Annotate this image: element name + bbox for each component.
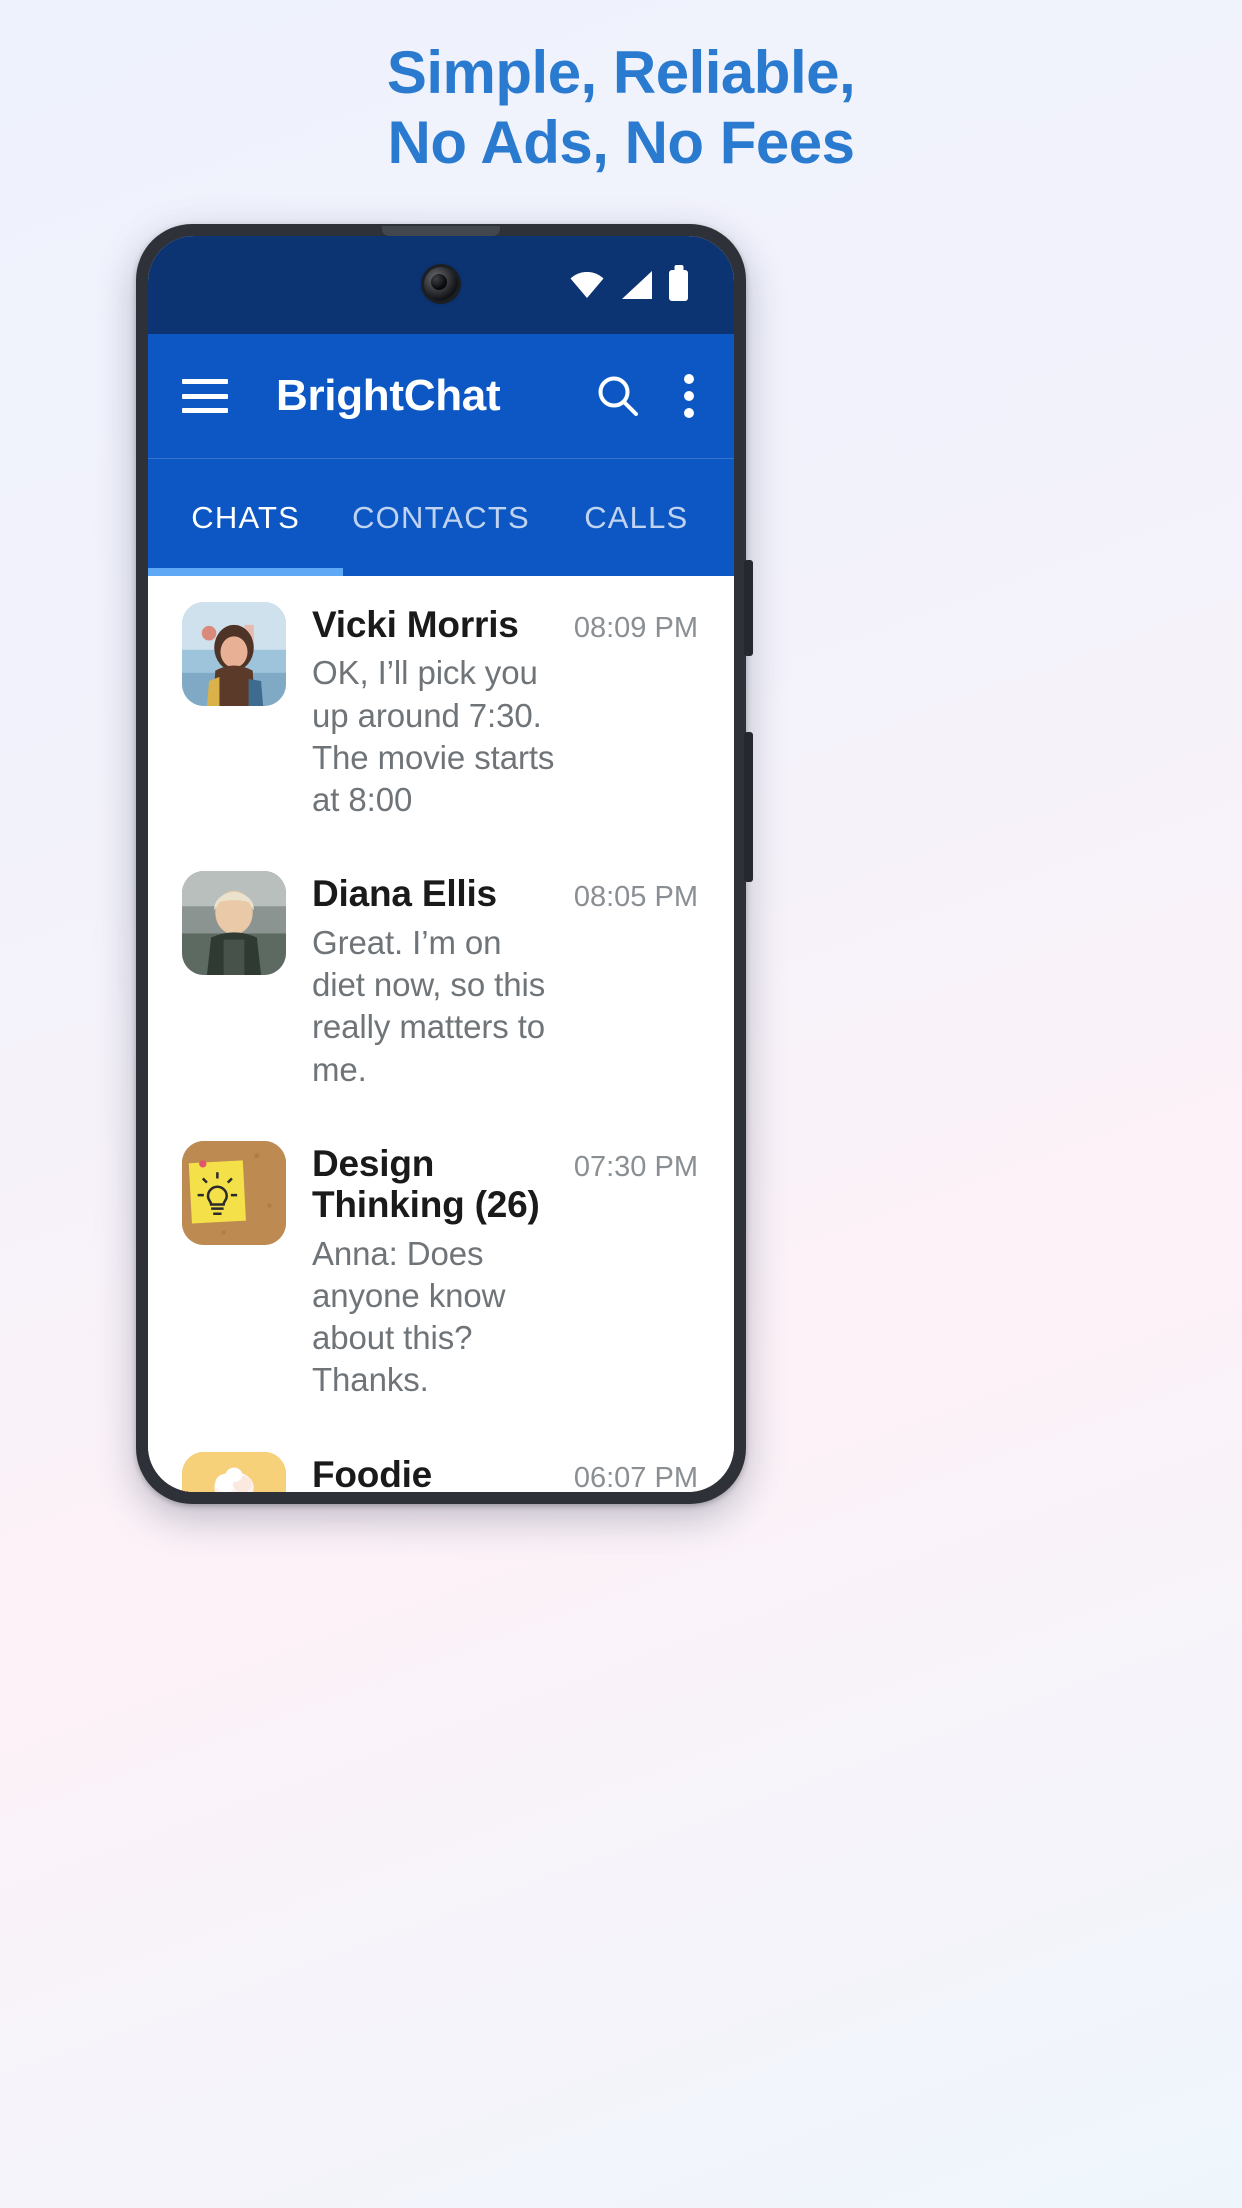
status-bar — [148, 236, 734, 334]
signal-icon — [622, 271, 652, 299]
chat-time: 07:30 PM — [573, 1150, 698, 1183]
tab-calls-label: CALLS — [584, 499, 689, 535]
chat-item-body: Diana Ellis Great. I’m on diet now, so t… — [312, 871, 556, 1090]
headline-line-1: Simple, Reliable, — [386, 39, 856, 106]
app-bar: BrightChat — [148, 334, 734, 458]
more-vertical-icon[interactable] — [684, 374, 694, 418]
phone-screen: BrightChat CHATS CONTACTS CALLS Vicki Mo… — [148, 236, 734, 1492]
chat-item-body: Vicki Morris OK, I’ll pick you up around… — [312, 602, 556, 821]
phone-side-button-power[interactable] — [744, 732, 753, 882]
avatar — [182, 1140, 286, 1245]
chat-preview: OK, I’ll pick you up around 7:30. The mo… — [312, 654, 555, 819]
tab-chats[interactable]: CHATS — [148, 459, 344, 576]
chat-preview: Anna: Does anyone know about this? Thank… — [312, 1234, 506, 1399]
hamburger-menu-icon[interactable] — [182, 379, 228, 413]
page-headline: Simple, Reliable, No Ads, No Fees — [0, 38, 1242, 177]
chat-name: Foodie — [312, 1453, 433, 1492]
chat-name: Design Thinking (26) — [312, 1142, 540, 1226]
chat-name: Vicki Morris — [312, 604, 519, 645]
wifi-icon — [570, 272, 604, 298]
chat-list-item[interactable]: Design Thinking (26) Anna: Does anyone k… — [148, 1115, 734, 1426]
chat-time: 08:09 PM — [573, 612, 698, 644]
tab-bar: CHATS CONTACTS CALLS — [148, 458, 734, 576]
chat-preview: Great. I’m on diet now, so this really m… — [312, 923, 546, 1088]
headline-line-2: No Ads, No Fees — [387, 108, 855, 176]
tab-chats-label: CHATS — [191, 499, 301, 535]
status-bar-icons — [570, 269, 688, 301]
front-camera-punchhole — [424, 267, 458, 301]
tab-calls[interactable]: CALLS — [539, 459, 734, 576]
tab-contacts[interactable]: CONTACTS — [343, 459, 538, 576]
avatar — [182, 602, 286, 706]
chat-name: Diana Ellis — [312, 873, 497, 915]
chat-list-item[interactable]: Foodie It’s not very expensive, only aro… — [148, 1426, 734, 1492]
app-title: BrightChat — [276, 371, 501, 420]
avatar — [182, 871, 286, 976]
search-icon[interactable] — [596, 374, 640, 418]
chat-list-item[interactable]: Vicki Morris OK, I’ll pick you up around… — [148, 576, 734, 845]
battery-icon — [669, 269, 688, 301]
avatar — [182, 1451, 286, 1492]
phone-side-button-volume[interactable] — [744, 560, 753, 656]
chat-item-body: Design Thinking (26) Anna: Does anyone k… — [312, 1141, 556, 1402]
chat-time: 06:07 PM — [573, 1461, 698, 1492]
chat-item-body: Foodie It’s not very expensive, only aro… — [312, 1452, 556, 1492]
chat-time: 08:05 PM — [573, 881, 698, 914]
tab-contacts-label: CONTACTS — [352, 499, 530, 535]
chat-list: Vicki Morris OK, I’ll pick you up around… — [148, 576, 734, 1492]
phone-mockup: BrightChat CHATS CONTACTS CALLS Vicki Mo… — [136, 224, 753, 1504]
chat-list-item[interactable]: Diana Ellis Great. I’m on diet now, so t… — [148, 845, 734, 1114]
